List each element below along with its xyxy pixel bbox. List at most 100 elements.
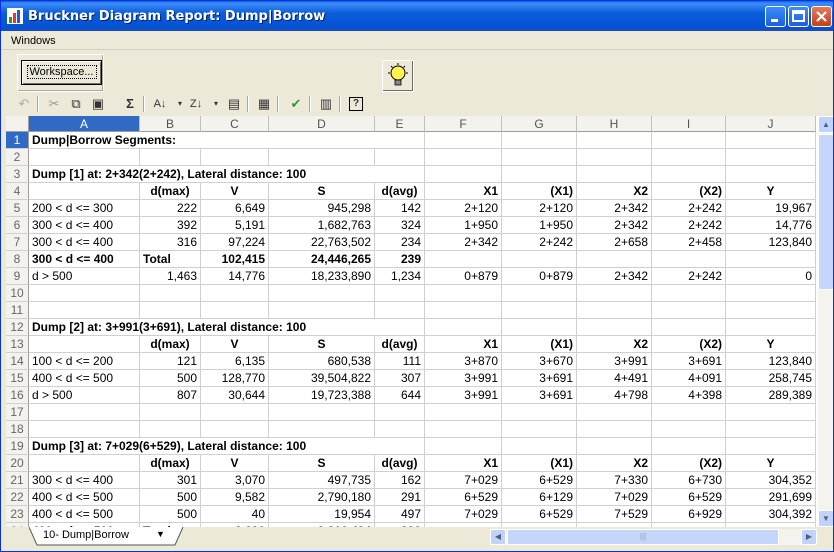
- cell-j6[interactable]: 14,776: [726, 217, 816, 234]
- cell-g5[interactable]: 2+120: [502, 200, 577, 217]
- cell-j17[interactable]: [726, 404, 816, 421]
- cell-e22[interactable]: 291: [375, 489, 425, 506]
- cell-i13[interactable]: (X2): [652, 336, 726, 353]
- cell-j18[interactable]: [726, 421, 816, 438]
- cell-a12[interactable]: Dump [2] at: 3+991(3+691), Lateral dista…: [29, 319, 306, 336]
- cell-h23[interactable]: 7+529: [577, 506, 652, 523]
- scroll-up-arrow-icon[interactable]: ▲: [818, 116, 833, 133]
- column-header-i[interactable]: I: [652, 116, 726, 132]
- cell-c23[interactable]: 40: [201, 506, 269, 523]
- cell-f20[interactable]: X1: [425, 455, 502, 472]
- column-header-j[interactable]: J: [726, 116, 816, 132]
- cell-d22[interactable]: 2,790,180: [269, 489, 375, 506]
- cell-g14[interactable]: 3+670: [502, 353, 577, 370]
- cell-f23[interactable]: 7+029: [425, 506, 502, 523]
- cell-f8[interactable]: [425, 251, 502, 268]
- cell-i4[interactable]: (X2): [652, 183, 726, 200]
- scroll-right-arrow-icon[interactable]: ▶: [801, 529, 817, 545]
- cell-f12[interactable]: [425, 319, 502, 336]
- cell-i3[interactable]: [652, 166, 726, 183]
- cell-c7[interactable]: 97,224: [201, 234, 269, 251]
- row-header[interactable]: 12: [6, 319, 29, 336]
- cell-b4[interactable]: d(max): [140, 183, 201, 200]
- cell-d11[interactable]: [269, 302, 375, 319]
- row-header[interactable]: 14: [6, 353, 29, 370]
- cell-h3[interactable]: [577, 166, 652, 183]
- cell-h5[interactable]: 2+342: [577, 200, 652, 217]
- cell-c5[interactable]: 6,649: [201, 200, 269, 217]
- cell-h13[interactable]: X2: [577, 336, 652, 353]
- cell-i23[interactable]: 6+929: [652, 506, 726, 523]
- row-header[interactable]: 18: [6, 421, 29, 438]
- cell-h2[interactable]: [577, 149, 652, 166]
- cell-j13[interactable]: Y: [726, 336, 816, 353]
- spreadsheet-grid[interactable]: A B C D E F G H I J 1 Dump|Borrow Segments: 2 3 Dump […: [6, 116, 818, 527]
- cell-c13[interactable]: V: [201, 336, 269, 353]
- cell-e2[interactable]: [375, 149, 425, 166]
- cell-c22[interactable]: 9,582: [201, 489, 269, 506]
- export-excel-icon[interactable]: ✔: [287, 95, 305, 113]
- cell-f6[interactable]: 1+950: [425, 217, 502, 234]
- sheet-tab[interactable]: 10- Dump|Borrow: [43, 529, 129, 541]
- workspace-button[interactable]: Workspace...: [21, 60, 102, 85]
- cell-e17[interactable]: [375, 404, 425, 421]
- cell-j19[interactable]: [726, 438, 816, 455]
- print-icon[interactable]: ▥: [317, 95, 335, 113]
- scroll-down-arrow-icon[interactable]: ▼: [818, 510, 833, 527]
- cell-h11[interactable]: [577, 302, 652, 319]
- column-header-d[interactable]: D: [269, 116, 375, 132]
- row-header[interactable]: 1: [6, 132, 29, 149]
- cell-j8[interactable]: [726, 251, 816, 268]
- cell-e5[interactable]: 142: [375, 200, 425, 217]
- cell-j20[interactable]: Y: [726, 455, 816, 472]
- cell-g9[interactable]: 0+879: [502, 268, 577, 285]
- cell-h1[interactable]: [577, 132, 652, 149]
- cell-j3[interactable]: [726, 166, 816, 183]
- cell-a16[interactable]: d > 500: [29, 387, 140, 404]
- cell-i7[interactable]: 2+458: [652, 234, 726, 251]
- cell-i19[interactable]: [652, 438, 726, 455]
- cell-d23[interactable]: 19,954: [269, 506, 375, 523]
- cell-b18[interactable]: [140, 421, 201, 438]
- cell-i21[interactable]: 6+730: [652, 472, 726, 489]
- cell-i16[interactable]: 4+398: [652, 387, 726, 404]
- cell-c6[interactable]: 5,191: [201, 217, 269, 234]
- cell-h15[interactable]: 4+491: [577, 370, 652, 387]
- cell-i15[interactable]: 4+091: [652, 370, 726, 387]
- cell-h10[interactable]: [577, 285, 652, 302]
- cell-f17[interactable]: [425, 404, 502, 421]
- cell-e20[interactable]: d(avg): [375, 455, 425, 472]
- cell-d1[interactable]: [269, 132, 375, 149]
- cell-h20[interactable]: X2: [577, 455, 652, 472]
- column-header-c[interactable]: C: [201, 116, 269, 132]
- row-header[interactable]: 5: [6, 200, 29, 217]
- lightbulb-button[interactable]: [382, 60, 414, 92]
- cell-d13[interactable]: S: [269, 336, 375, 353]
- cell-j1[interactable]: [726, 132, 816, 149]
- cell-i17[interactable]: [652, 404, 726, 421]
- cell-b20[interactable]: d(max): [140, 455, 201, 472]
- cell-f19[interactable]: [425, 438, 502, 455]
- cell-h17[interactable]: [577, 404, 652, 421]
- column-header-a[interactable]: A: [29, 116, 140, 132]
- cell-i10[interactable]: [652, 285, 726, 302]
- cell-f4[interactable]: X1: [425, 183, 502, 200]
- vertical-scroll-thumb[interactable]: [818, 134, 833, 290]
- cell-e12[interactable]: [375, 319, 425, 336]
- cell-i2[interactable]: [652, 149, 726, 166]
- cell-c18[interactable]: [201, 421, 269, 438]
- row-header[interactable]: 17: [6, 404, 29, 421]
- cell-j21[interactable]: 304,352: [726, 472, 816, 489]
- cell-b14[interactable]: 121: [140, 353, 201, 370]
- cell-e8[interactable]: 239: [375, 251, 425, 268]
- scroll-left-arrow-icon[interactable]: ◀: [490, 529, 506, 545]
- row-header[interactable]: 22: [6, 489, 29, 506]
- cell-j22[interactable]: 291,699: [726, 489, 816, 506]
- cell-g17[interactable]: [502, 404, 577, 421]
- cell-j23[interactable]: 304,392: [726, 506, 816, 523]
- cell-j11[interactable]: [726, 302, 816, 319]
- cell-c21[interactable]: 3,070: [201, 472, 269, 489]
- row-header[interactable]: 9: [6, 268, 29, 285]
- cell-f9[interactable]: 0+879: [425, 268, 502, 285]
- cell-g7[interactable]: 2+242: [502, 234, 577, 251]
